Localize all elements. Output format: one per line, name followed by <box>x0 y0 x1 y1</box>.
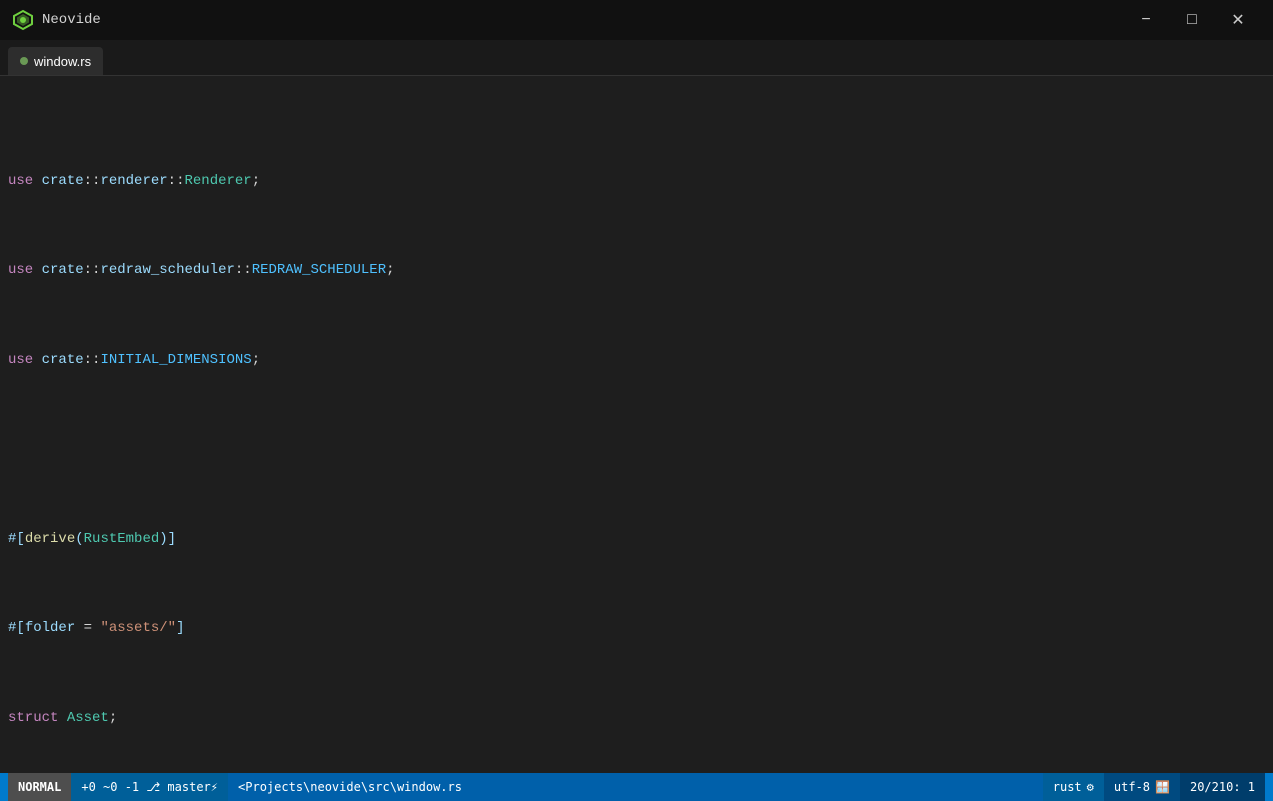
status-position: 20/210: 1 <box>1180 773 1265 801</box>
code-content: use crate::renderer::Renderer; use crate… <box>0 80 1273 773</box>
code-line: #[folder = "assets/"] <box>0 617 1273 639</box>
code-line: use crate::renderer::Renderer; <box>0 170 1273 192</box>
close-button[interactable]: ✕ <box>1215 0 1261 40</box>
app-logo <box>12 9 34 31</box>
tabbar: window.rs <box>0 40 1273 76</box>
code-line: #[derive(RustEmbed)] <box>0 528 1273 550</box>
git-info: +0 ~0 -1 ⎇ master⚡ <box>81 780 218 794</box>
status-filepath: <Projects\neovide\src\window.rs <box>228 773 1043 801</box>
status-lang: rust ⚙ <box>1043 773 1104 801</box>
tab-modified-dot <box>20 57 28 65</box>
code-line-empty <box>0 438 1273 460</box>
status-mode: NORMAL <box>8 773 71 801</box>
mode-label: NORMAL <box>18 780 61 794</box>
status-encoding: utf-8 🪟 <box>1104 773 1180 801</box>
tab-window-rs[interactable]: window.rs <box>8 47 103 75</box>
status-git: +0 ~0 -1 ⎇ master⚡ <box>71 773 228 801</box>
titlebar: Neovide − □ ✕ <box>0 0 1273 40</box>
statusbar: NORMAL +0 ~0 -1 ⎇ master⚡ <Projects\neov… <box>0 773 1273 801</box>
minimize-button[interactable]: − <box>1123 0 1169 40</box>
position-label: 20/210: 1 <box>1190 780 1255 794</box>
filepath-label: <Projects\neovide\src\window.rs <box>238 780 462 794</box>
maximize-button[interactable]: □ <box>1169 0 1215 40</box>
encoding-label: utf-8 <box>1114 780 1150 794</box>
lang-label: rust <box>1053 780 1082 794</box>
code-line: use crate::redraw_scheduler::REDRAW_SCHE… <box>0 259 1273 281</box>
app-title: Neovide <box>42 12 101 28</box>
window-controls: − □ ✕ <box>1123 0 1261 40</box>
lang-icon: ⚙ <box>1087 780 1094 794</box>
editor-area[interactable]: use crate::renderer::Renderer; use crate… <box>0 76 1273 773</box>
code-line: struct Asset; <box>0 707 1273 729</box>
os-icon: 🪟 <box>1155 780 1170 794</box>
code-line: use crate::INITIAL_DIMENSIONS; <box>0 349 1273 371</box>
tab-label: window.rs <box>34 54 91 69</box>
